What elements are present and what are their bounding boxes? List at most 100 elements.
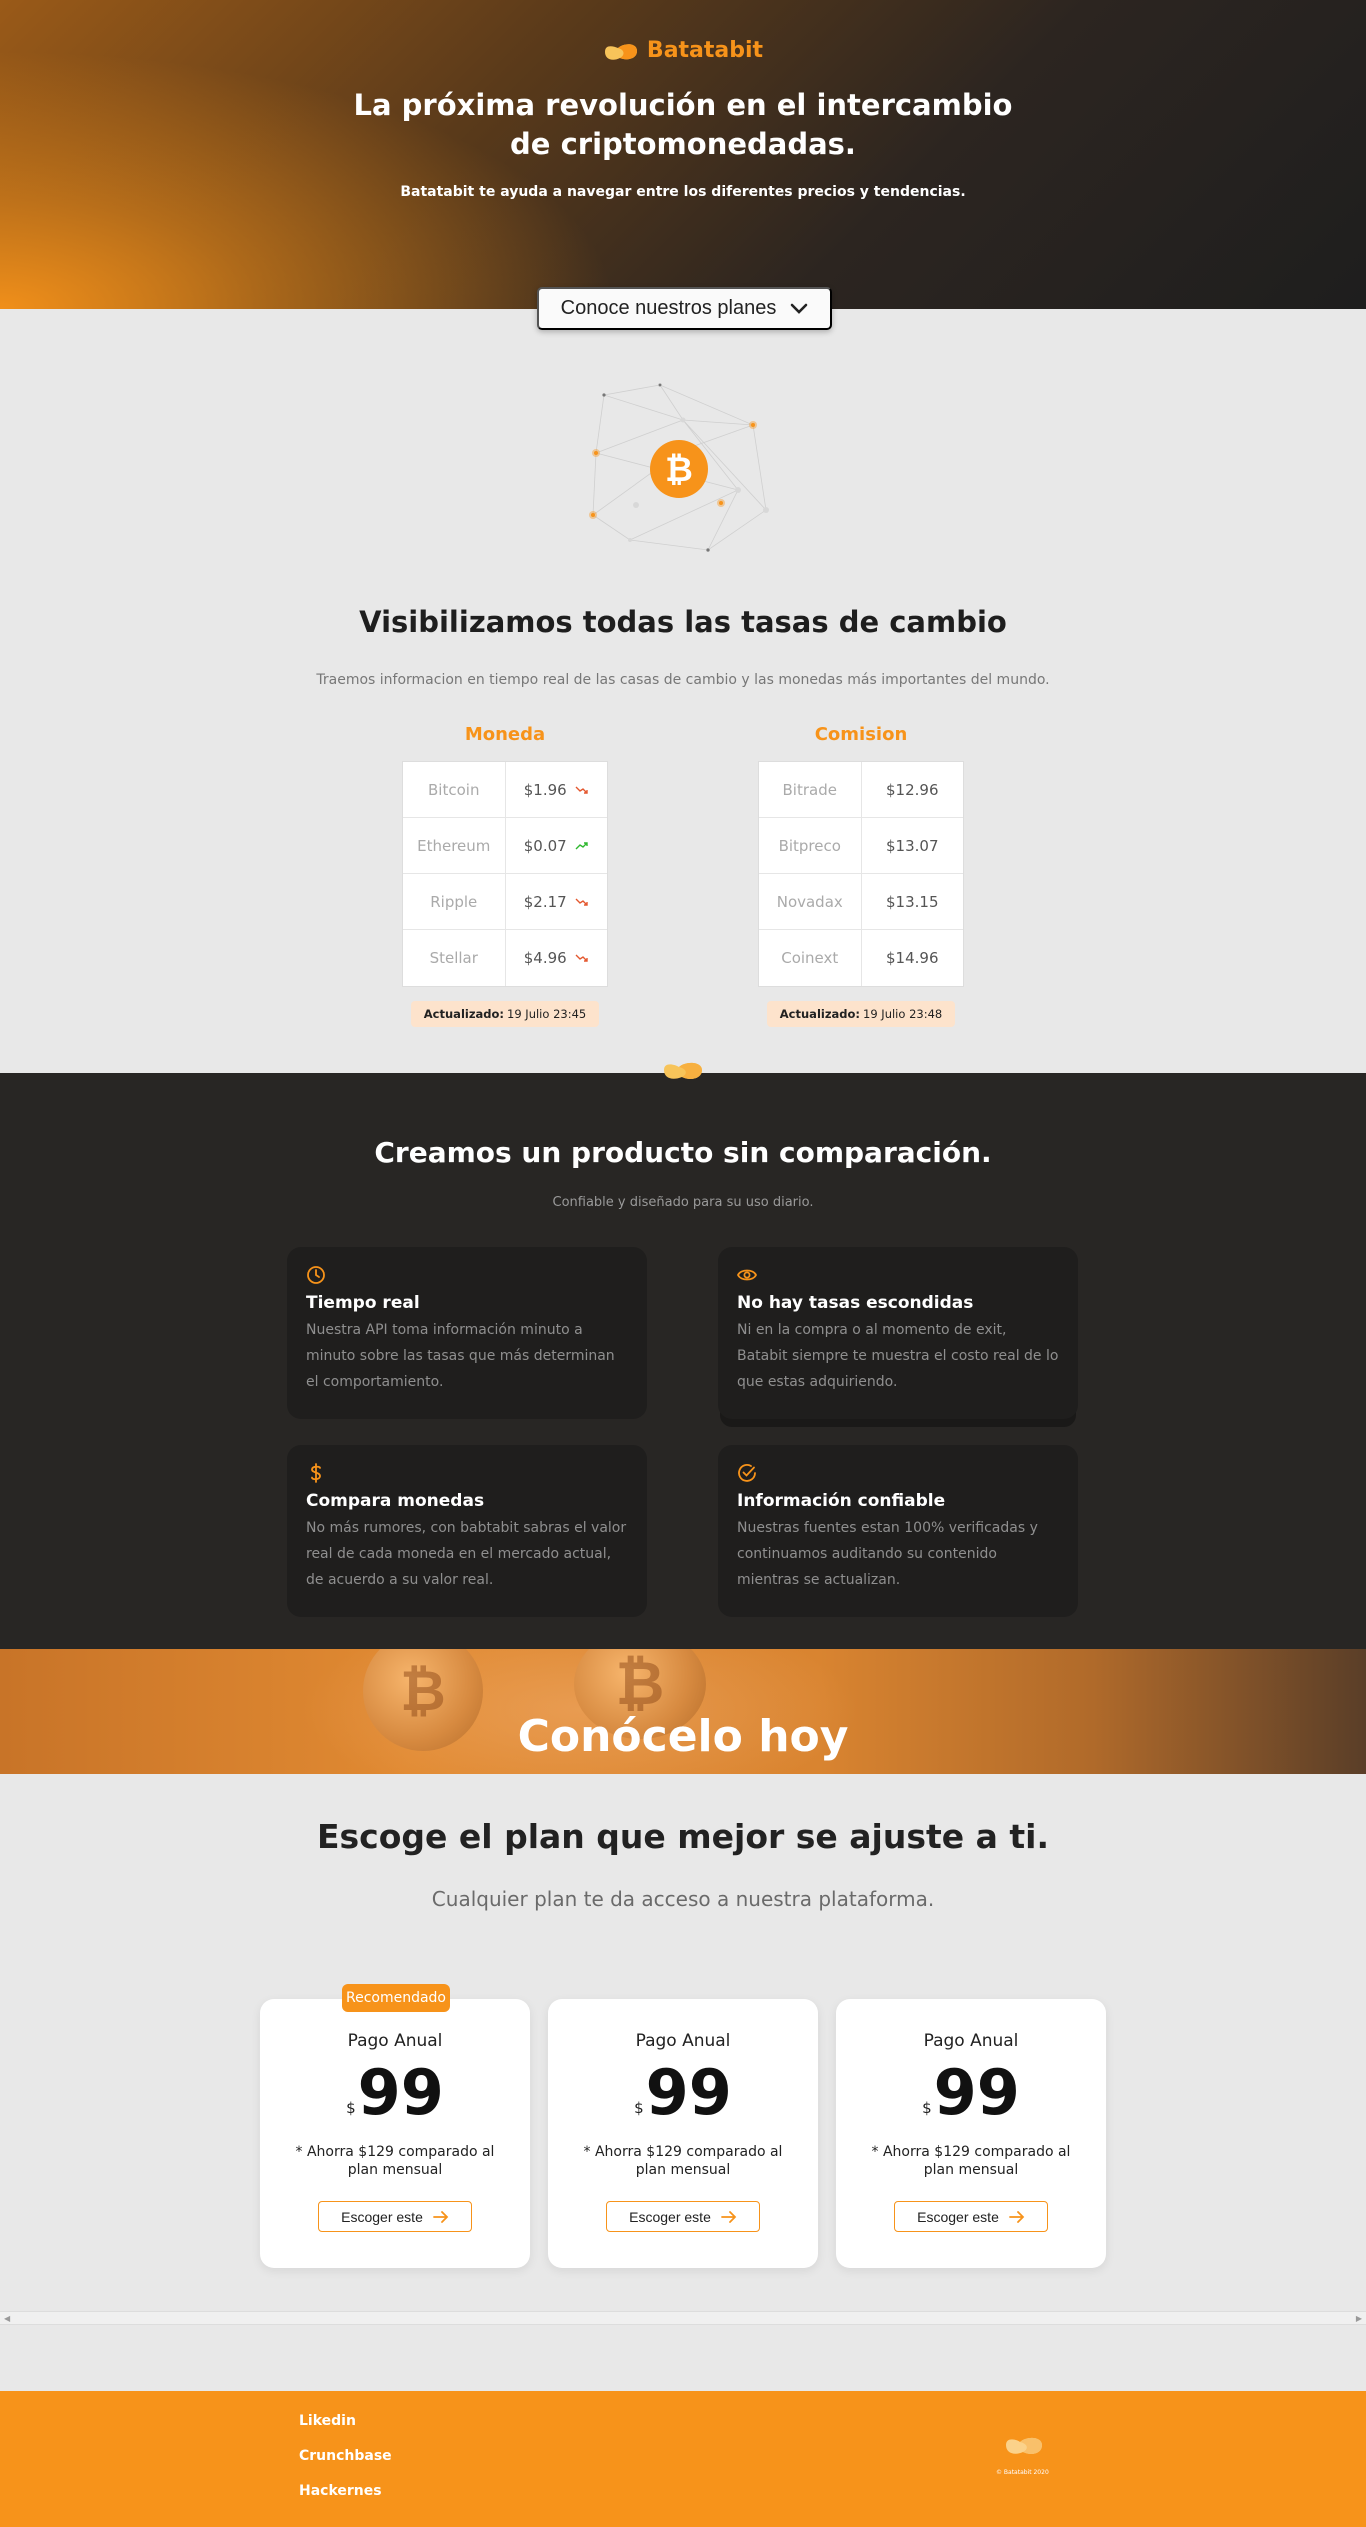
choose-plan-label: Escoger este bbox=[629, 2208, 711, 2225]
banner-section: ₿ ₿ Conócelo hoy bbox=[0, 1649, 1366, 1774]
plan-label: Pago Anual bbox=[347, 2031, 443, 2051]
plans-button[interactable]: Conoce nuestros planes bbox=[537, 287, 832, 330]
bitcoin-network-illustration: ₿ bbox=[589, 383, 769, 552]
plan-amount: 99 bbox=[357, 2056, 444, 2129]
commission-table-header: Comision bbox=[814, 724, 908, 745]
currency-value-cell: $0.07 bbox=[506, 818, 608, 873]
table-row: Coinext $14.96 bbox=[759, 930, 963, 986]
footer-link-crunchbase[interactable]: Crunchbase bbox=[299, 2448, 392, 2464]
plan-currency: $ bbox=[346, 2099, 356, 2117]
updated-label: Actualizado: bbox=[423, 1007, 505, 1021]
feature-title: No hay tasas escondidas bbox=[737, 1293, 974, 1313]
currency-table-block: Moneda Bitcoin $1.96 Ethereum $0.07 Ripp… bbox=[402, 724, 608, 1027]
plans-button-label: Conoce nuestros planes bbox=[560, 297, 777, 319]
trend-up-icon bbox=[575, 841, 588, 849]
plan-label: Pago Anual bbox=[923, 2031, 1019, 2051]
horizontal-scrollbar[interactable]: ◀ ▶ bbox=[0, 2311, 1366, 2325]
plan-card: Pago Anual $99 * Ahorra $129 comparado a… bbox=[836, 1999, 1106, 2268]
eye-icon bbox=[736, 1269, 758, 1281]
exchange-name: Bitpreco bbox=[759, 818, 862, 873]
commission-value: $14.96 bbox=[886, 949, 939, 967]
plan-price: $99 bbox=[260, 2059, 530, 2127]
plan-price: $99 bbox=[836, 2059, 1106, 2127]
feature-text: No más rumores, con babtabit sabras el v… bbox=[306, 1520, 627, 1588]
banner-title: Conócelo hoy bbox=[517, 1711, 849, 1762]
plans-section: Escoge el plan que mejor se ajuste a ti.… bbox=[0, 1774, 1366, 2391]
exchange-name: Novadax bbox=[759, 874, 862, 929]
arrow-right-icon bbox=[432, 2210, 449, 2223]
potato-divider-icon bbox=[664, 1062, 702, 1079]
plan-amount: 99 bbox=[933, 2056, 1020, 2129]
scroll-right-icon[interactable]: ▶ bbox=[1356, 2314, 1362, 2323]
hero-title: La próxima revolución en el intercambio … bbox=[353, 88, 1013, 161]
brand-logo[interactable]: Batatabit bbox=[0, 38, 1366, 63]
currency-value-cell: $2.17 bbox=[506, 874, 608, 929]
copyright: © Batatabit 2020 bbox=[996, 2469, 1049, 2476]
choose-plan-button[interactable]: Escoger este bbox=[894, 2201, 1048, 2232]
potato-logo-icon bbox=[604, 43, 637, 60]
features-section: Creamos un producto sin comparación. Con… bbox=[0, 1073, 1366, 1649]
trend-down-icon bbox=[575, 898, 588, 906]
feature-text: Nuestra API toma información minuto a mi… bbox=[306, 1322, 615, 1390]
footer-link-linkedin[interactable]: Likedin bbox=[299, 2413, 356, 2429]
trend-down-icon bbox=[575, 786, 588, 794]
currency-value: $0.07 bbox=[523, 836, 567, 855]
features-title: Creamos un producto sin comparación. bbox=[374, 1136, 992, 1169]
currency-name: Ethereum bbox=[403, 818, 506, 873]
features-subtitle: Confiable y diseñado para su uso diario. bbox=[552, 1195, 814, 1210]
feature-text: Nuestras fuentes estan 100% verificadas … bbox=[737, 1520, 1038, 1588]
choose-plan-button[interactable]: Escoger este bbox=[318, 2201, 472, 2232]
check-circle-icon bbox=[738, 1464, 756, 1482]
footer-link-hackernews[interactable]: Hackernes bbox=[299, 2483, 382, 2499]
currency-table: Bitcoin $1.96 Ethereum $0.07 Ripple $2.1… bbox=[402, 761, 608, 987]
plan-price: $99 bbox=[548, 2059, 818, 2127]
clock-icon bbox=[307, 1266, 325, 1284]
rates-title: Visibilizamos todas las tasas de cambio bbox=[359, 605, 1007, 639]
table-row: Bitrade $12.96 bbox=[759, 762, 963, 818]
table-row: Stellar $4.96 bbox=[403, 930, 607, 986]
currency-value-cell: $4.96 bbox=[506, 930, 608, 986]
choose-plan-button[interactable]: Escoger este bbox=[606, 2201, 760, 2232]
currency-table-header: Moneda bbox=[464, 724, 546, 745]
plan-note: * Ahorra $129 comparado al plan mensual bbox=[871, 2144, 1071, 2178]
scroll-left-icon[interactable]: ◀ bbox=[4, 2314, 10, 2323]
plan-label: Pago Anual bbox=[635, 2031, 731, 2051]
currency-name: Stellar bbox=[403, 930, 506, 986]
plan-card: Pago Anual $99 * Ahorra $129 comparado a… bbox=[548, 1999, 818, 2268]
footer: Likedin Crunchbase Hackernes © Batatabit… bbox=[0, 2391, 1366, 2527]
plans-subtitle: Cualquier plan te da acceso a nuestra pl… bbox=[431, 1887, 935, 1911]
table-row: Ripple $2.17 bbox=[403, 874, 607, 930]
exchange-name: Bitrade bbox=[759, 762, 862, 817]
feature-text: Ni en la compra o al momento de exit, Ba… bbox=[737, 1322, 1059, 1390]
updated-label: Actualizado: bbox=[779, 1007, 861, 1021]
feature-card: No hay tasas escondidas Ni en la compra … bbox=[718, 1247, 1078, 1419]
arrow-right-icon bbox=[1008, 2210, 1025, 2223]
hero-subtitle: Batatabit te ayuda a navegar entre los d… bbox=[400, 184, 966, 200]
updated-value: 19 Julio 23:48 bbox=[863, 1007, 943, 1021]
chevron-down-icon bbox=[791, 303, 808, 314]
commission-value: $12.96 bbox=[886, 780, 939, 799]
plan-currency: $ bbox=[634, 2099, 644, 2117]
plans-title: Escoge el plan que mejor se ajuste a ti. bbox=[316, 1817, 1050, 1856]
table-row: Bitpreco $13.07 bbox=[759, 818, 963, 874]
table-row: Novadax $13.15 bbox=[759, 874, 963, 930]
feature-card: Tiempo real Nuestra API toma información… bbox=[287, 1247, 647, 1419]
table-row: Ethereum $0.07 bbox=[403, 818, 607, 874]
choose-plan-label: Escoger este bbox=[917, 2208, 999, 2225]
dollar-icon bbox=[311, 1463, 321, 1483]
currency-value: $4.96 bbox=[523, 949, 567, 967]
currency-value: $2.17 bbox=[523, 892, 567, 911]
currency-updated-badge: Actualizado: 19 Julio 23:45 bbox=[411, 1001, 599, 1027]
commission-updated-badge: Actualizado: 19 Julio 23:48 bbox=[767, 1001, 955, 1027]
feature-title: Tiempo real bbox=[306, 1293, 420, 1313]
svg-text:₿: ₿ bbox=[665, 450, 693, 490]
rates-subtitle: Traemos informacion en tiempo real de la… bbox=[316, 672, 1050, 688]
commission-value: $13.07 bbox=[886, 836, 939, 855]
plan-note: * Ahorra $129 comparado al plan mensual bbox=[583, 2144, 783, 2178]
currency-name: Ripple bbox=[403, 874, 506, 929]
commission-table-block: Comision Bitrade $12.96 Bitpreco $13.07 … bbox=[758, 724, 964, 1027]
currency-name: Bitcoin bbox=[403, 762, 506, 817]
table-row: Bitcoin $1.96 bbox=[403, 762, 607, 818]
brand-name: Batatabit bbox=[646, 38, 764, 63]
commission-value: $13.15 bbox=[886, 892, 939, 911]
